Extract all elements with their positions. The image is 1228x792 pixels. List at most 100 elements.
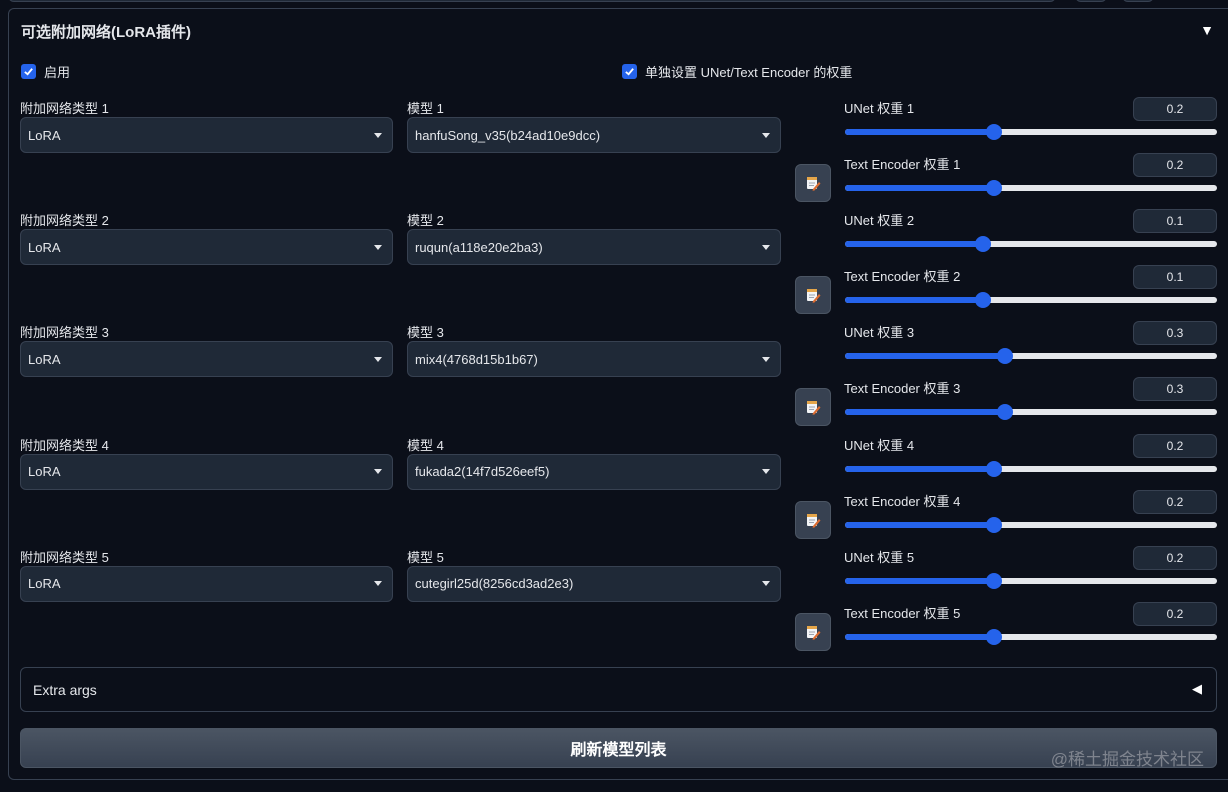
- caret-down-icon: [374, 356, 382, 362]
- model-value: fukada2(14f7d526eef5): [415, 464, 550, 480]
- previous-field-edge: [8, 0, 1056, 2]
- slider-fill: [845, 577, 994, 584]
- unet-weight-slider[interactable]: [845, 236, 1217, 253]
- text-encoder-weight-input[interactable]: 0.3: [1133, 377, 1217, 402]
- enable-checkbox[interactable]: 启用: [21, 62, 70, 81]
- slider-thumb[interactable]: [986, 516, 1002, 533]
- separate-weights-checkbox[interactable]: 单独设置 UNet/Text Encoder 的权重: [622, 62, 852, 81]
- model-dropdown[interactable]: mix4(4768d15b1b67): [407, 341, 781, 378]
- slider-fill: [845, 633, 994, 640]
- model-value: cutegirl25d(8256cd3ad2e3): [415, 576, 574, 592]
- previous-button-edge: [1075, 0, 1107, 2]
- text-encoder-weight-slider[interactable]: [845, 292, 1217, 309]
- edit-model-button[interactable]: [795, 612, 831, 651]
- network-type-value: LoRA: [28, 351, 61, 367]
- slider-thumb[interactable]: [986, 572, 1002, 589]
- unet-weight-label: UNet 权重 5: [844, 549, 915, 565]
- checkbox-checked-icon[interactable]: [622, 64, 637, 79]
- slider-thumb[interactable]: [986, 460, 1002, 477]
- watermark: @稀土掘金技术社区: [1050, 750, 1204, 769]
- unet-weight-slider[interactable]: [845, 348, 1217, 365]
- slider-thumb[interactable]: [975, 292, 991, 309]
- network-type-dropdown[interactable]: LoRA: [20, 229, 393, 266]
- caret-down-icon: [374, 132, 382, 138]
- caret-down-icon: [374, 469, 382, 475]
- unet-weight-slider[interactable]: [845, 460, 1217, 477]
- edit-model-button[interactable]: [795, 388, 831, 427]
- extra-args-accordion[interactable]: Extra args ◀: [20, 667, 1217, 712]
- refresh-models-button[interactable]: 刷新模型列表: [20, 728, 1217, 768]
- model-dropdown[interactable]: cutegirl25d(8256cd3ad2e3): [407, 565, 781, 602]
- unet-weight-label: UNet 权重 1: [844, 101, 915, 116]
- notepad-pencil-icon: [807, 177, 821, 191]
- slider-thumb[interactable]: [986, 180, 1002, 196]
- notepad-pencil-icon: [807, 401, 821, 416]
- panel-title[interactable]: 可选附加网络(LoRA插件): [21, 21, 191, 42]
- text-encoder-weight-label: Text Encoder 权重 2: [844, 269, 961, 285]
- network-type-dropdown[interactable]: LoRA: [20, 117, 393, 153]
- slider-thumb[interactable]: [997, 348, 1013, 365]
- unet-weight-input[interactable]: 0.1: [1133, 209, 1217, 234]
- network-type-value: LoRA: [28, 576, 61, 592]
- enable-label: 启用: [44, 65, 71, 80]
- unet-weight-input[interactable]: 0.2: [1133, 545, 1217, 570]
- model-value: ruqun(a118e20e2ba3): [415, 239, 543, 255]
- network-type-dropdown[interactable]: LoRA: [20, 453, 393, 490]
- network-type-value: LoRA: [28, 239, 61, 255]
- slider-thumb[interactable]: [986, 628, 1002, 645]
- slider-fill: [845, 185, 994, 191]
- model-value: hanfuSong_v35(b24ad10e9dcc): [415, 127, 601, 143]
- notepad-pencil-icon: [807, 513, 821, 528]
- text-encoder-weight-input[interactable]: 0.2: [1133, 153, 1217, 177]
- text-encoder-weight-slider[interactable]: [845, 180, 1217, 196]
- collapse-icon[interactable]: ▼: [1200, 22, 1214, 38]
- text-encoder-weight-slider[interactable]: [845, 404, 1217, 421]
- unet-weight-input[interactable]: 0.2: [1133, 433, 1217, 458]
- expand-icon[interactable]: ◀: [1192, 681, 1202, 697]
- unet-weight-slider[interactable]: [845, 572, 1217, 589]
- unet-weight-slider[interactable]: [845, 124, 1217, 140]
- separate-weights-label: 单独设置 UNet/Text Encoder 的权重: [645, 65, 853, 80]
- model-dropdown[interactable]: ruqun(a118e20e2ba3): [407, 229, 781, 266]
- caret-down-icon: [762, 244, 770, 250]
- slider-thumb[interactable]: [975, 236, 991, 253]
- text-encoder-weight-label: Text Encoder 权重 1: [844, 157, 961, 172]
- text-encoder-weight-label: Text Encoder 权重 3: [844, 381, 961, 397]
- text-encoder-weight-label: Text Encoder 权重 5: [844, 605, 961, 621]
- slider-fill: [845, 521, 994, 528]
- network-type-label: 附加网络类型 1: [20, 101, 109, 116]
- text-encoder-weight-input[interactable]: 0.2: [1133, 489, 1217, 514]
- network-type-dropdown[interactable]: LoRA: [20, 341, 393, 378]
- model-label: 模型 5: [407, 549, 444, 565]
- text-encoder-weight-input[interactable]: 0.2: [1133, 601, 1217, 626]
- unet-weight-input[interactable]: 0.3: [1133, 321, 1217, 346]
- slider-thumb[interactable]: [986, 124, 1002, 140]
- edit-model-button[interactable]: [795, 276, 831, 315]
- slider-fill: [845, 465, 994, 472]
- model-label: 模型 2: [407, 213, 444, 229]
- model-label: 模型 1: [407, 101, 444, 116]
- slider-fill: [845, 297, 983, 304]
- slider-fill: [845, 409, 1005, 416]
- slider-thumb[interactable]: [997, 404, 1013, 421]
- edit-model-button[interactable]: [795, 164, 831, 202]
- caret-down-icon: [762, 469, 770, 475]
- network-type-value: LoRA: [28, 464, 61, 480]
- model-value: mix4(4768d15b1b67): [415, 351, 538, 367]
- caret-down-icon: [762, 581, 770, 587]
- unet-weight-input[interactable]: 0.2: [1133, 97, 1217, 121]
- caret-down-icon: [374, 581, 382, 587]
- text-encoder-weight-slider[interactable]: [845, 628, 1217, 645]
- checkbox-checked-icon[interactable]: [21, 64, 36, 79]
- unet-weight-label: UNet 权重 4: [844, 437, 915, 453]
- caret-down-icon: [374, 244, 382, 250]
- text-encoder-weight-input[interactable]: 0.1: [1133, 265, 1217, 290]
- network-type-label: 附加网络类型 3: [20, 325, 109, 341]
- model-dropdown[interactable]: hanfuSong_v35(b24ad10e9dcc): [407, 117, 781, 153]
- network-type-dropdown[interactable]: LoRA: [20, 565, 393, 602]
- edit-model-button[interactable]: [795, 500, 831, 539]
- text-encoder-weight-label: Text Encoder 权重 4: [844, 493, 961, 509]
- model-label: 模型 4: [407, 437, 444, 453]
- text-encoder-weight-slider[interactable]: [845, 516, 1217, 533]
- model-dropdown[interactable]: fukada2(14f7d526eef5): [407, 453, 781, 490]
